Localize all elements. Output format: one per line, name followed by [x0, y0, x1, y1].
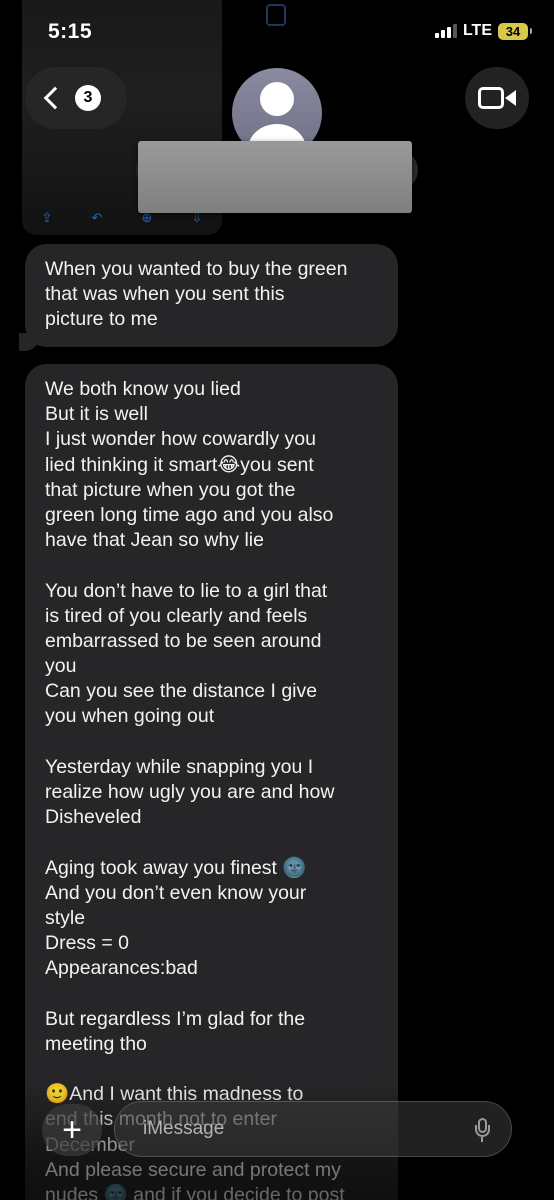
message-line — [45, 1057, 378, 1082]
battery-tip — [530, 28, 532, 34]
chevron-left-icon — [43, 86, 67, 110]
apps-plus-button[interactable]: + — [42, 1104, 102, 1156]
microphone-icon[interactable] — [475, 1118, 490, 1142]
contact-name-redacted[interactable] — [138, 141, 412, 213]
network-type: LTE — [462, 22, 492, 39]
message-line: And please secure and protect my — [45, 1158, 341, 1181]
message-line: lied thinking it smart😂you sent — [45, 453, 314, 476]
status-indicators: LTE 34 — [434, 22, 532, 40]
message-line: Can you see the distance I give — [45, 680, 318, 703]
message-line: meeting tho — [45, 1032, 147, 1055]
message-line — [45, 553, 378, 578]
message-line: is tired of you clearly and feels — [45, 604, 308, 627]
message-line: realize how ugly you are and how — [45, 781, 335, 803]
message-line: picture to me — [45, 308, 158, 331]
message-line: Yesterday while snapping you I — [45, 755, 314, 778]
battery-icon: 34 — [498, 22, 528, 40]
bubble-tail — [19, 333, 39, 351]
message-line: When you wanted to buy the green — [45, 258, 348, 280]
plus-icon: + — [62, 1110, 82, 1149]
message-line: But regardless I’m glad for the — [45, 1007, 306, 1030]
message-line: that was when you sent this — [45, 283, 285, 306]
message-input-placeholder: iMessage — [143, 1118, 225, 1139]
message-bubble-incoming[interactable]: When you wanted to buy the green that was… — [11, 244, 398, 353]
unread-count-badge: 3 — [75, 85, 101, 111]
signal-strength-icon — [434, 24, 457, 38]
messages-screen: ⇪ ↶ ⊕ ⇩ 5:15 LTE 34 3 When you wanted to… — [0, 0, 554, 1200]
message-line: Aging took away you finest 🌚 — [45, 856, 307, 879]
message-line — [45, 730, 378, 755]
message-line: green long time ago and you also — [45, 503, 334, 526]
message-line: nudes 🌚 and if you decide to post — [45, 1184, 345, 1200]
message-line: Disheveled — [45, 806, 142, 829]
message-line: Dress = 0 — [45, 932, 129, 955]
message-line: embarrassed to be seen around — [45, 629, 322, 652]
message-line: style — [45, 906, 86, 929]
message-line: that picture when you got the — [45, 478, 296, 501]
status-time: 5:15 — [48, 20, 93, 43]
message-line: have that Jean so why lie — [45, 529, 264, 552]
message-line: you when going out — [45, 705, 215, 728]
message-line — [45, 830, 378, 855]
message-line: You don’t have to lie to a girl that — [45, 579, 328, 602]
message-input[interactable]: iMessage — [114, 1101, 512, 1157]
message-line: you — [45, 655, 77, 678]
message-line: Appearances:bad — [45, 957, 198, 980]
message-line: I just wonder how cowardly you — [45, 428, 316, 451]
share-icon[interactable] — [266, 4, 286, 26]
message-bubble-incoming[interactable]: We both know you lied But it is well I jus… — [25, 364, 398, 1200]
message-line: And you don’t even know your — [45, 881, 307, 904]
video-camera-icon — [478, 85, 516, 111]
message-line — [45, 982, 378, 1007]
avatar-head — [260, 82, 294, 116]
message-line: We both know you lied — [45, 378, 241, 400]
facetime-video-button[interactable] — [465, 67, 529, 129]
back-button[interactable]: 3 — [25, 67, 127, 129]
message-line: But it is well — [45, 403, 148, 426]
share-icon[interactable]: ⇪ — [42, 210, 53, 226]
reply-icon[interactable]: ↶ — [92, 210, 103, 226]
